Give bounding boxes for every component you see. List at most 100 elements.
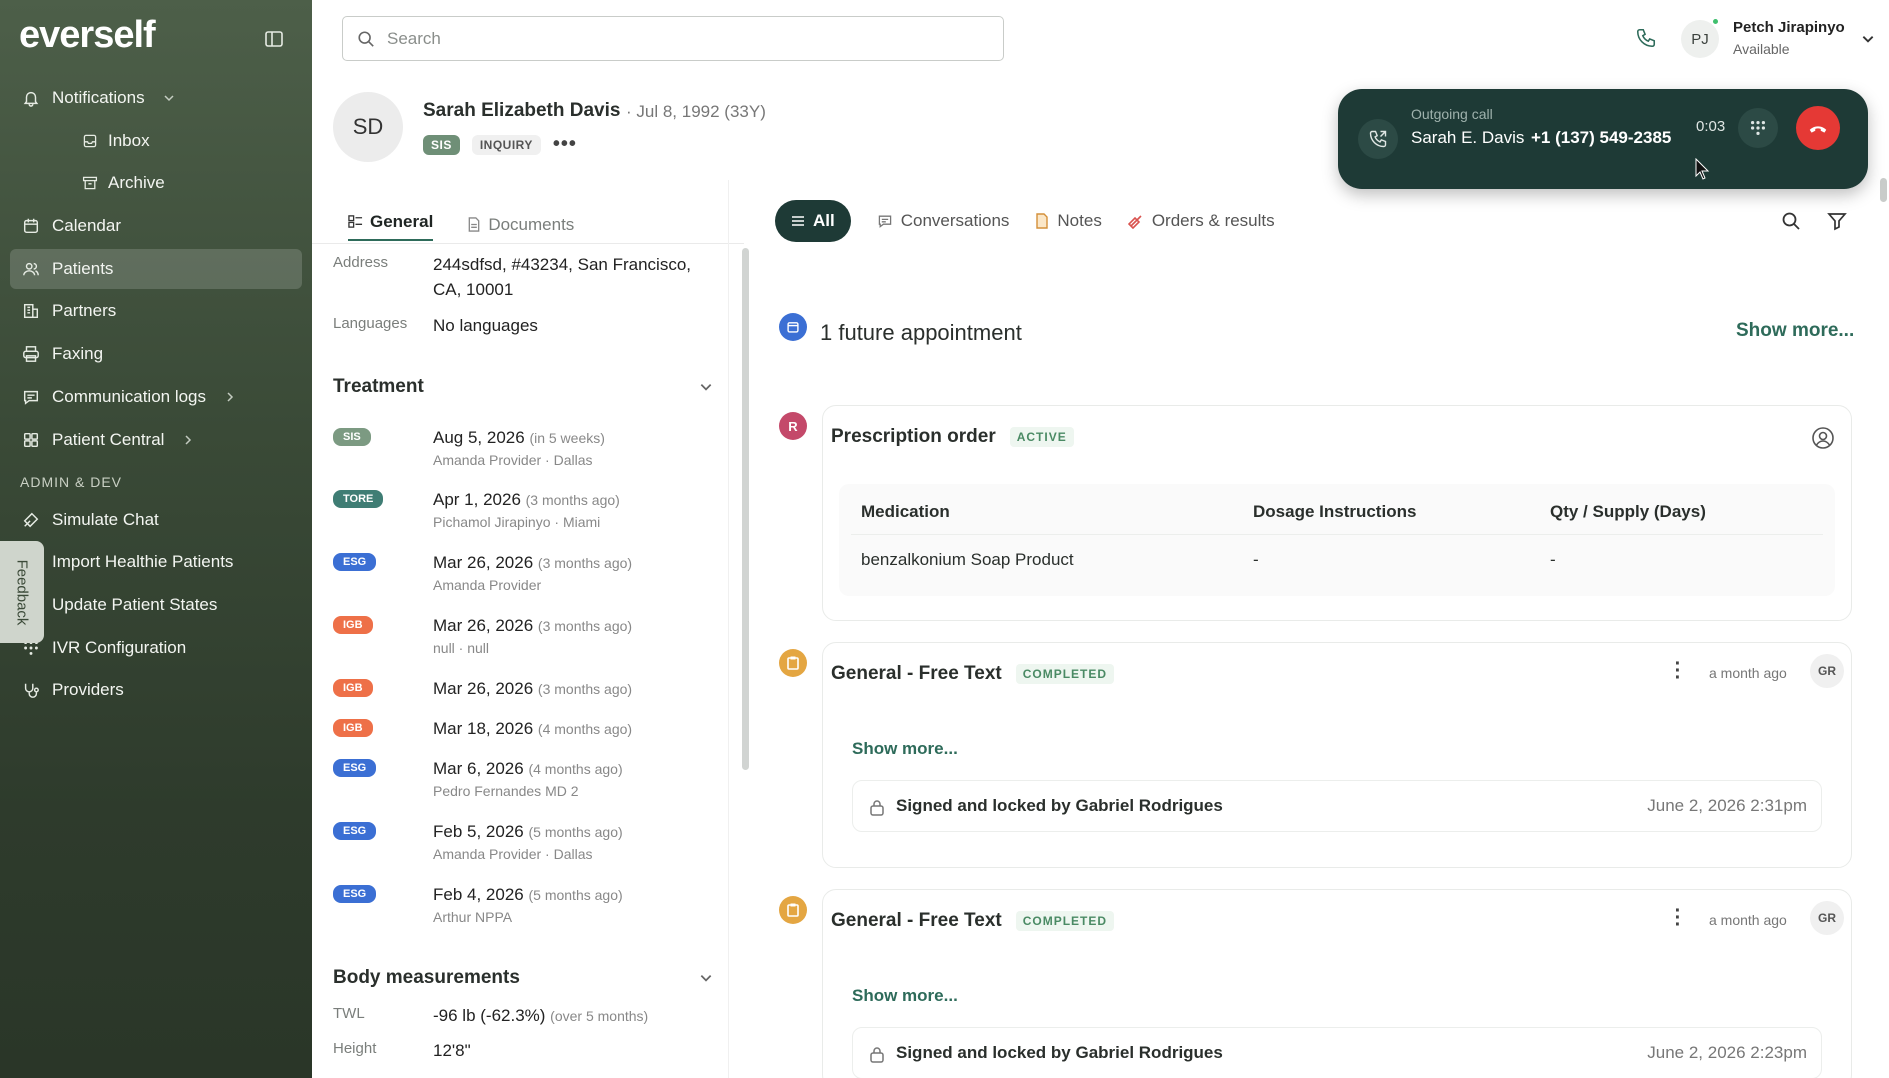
treatment-provider: Amanda Provider [433,577,542,593]
treatment-date: Feb 4, 2026 [433,885,524,904]
search-icon[interactable] [1781,211,1801,231]
call-label: Outgoing call [1411,106,1493,122]
treatment-relative: (4 months ago) [528,761,623,777]
dialpad-button[interactable] [1738,108,1778,148]
patient-more-button[interactable]: ••• [553,133,577,156]
height-value: 12'8" [433,1041,471,1060]
user-circle-icon[interactable] [1811,426,1835,450]
table-header: Qty / Supply (Days) [1550,502,1706,521]
sidebar-item-label: Partners [52,301,117,321]
card-title: General - Free Text [831,663,1002,684]
signed-date: June 2, 2026 2:31pm [1647,796,1807,815]
note-icon [1036,213,1049,229]
treatment-provider: null · null [433,640,490,656]
address-label: Address [333,254,389,271]
filter-icon[interactable] [1827,211,1847,231]
inbox-icon [83,134,97,147]
treatment-relative: (4 months ago) [537,721,633,737]
author-avatar: GR [1810,901,1844,935]
sidebar-item-providers[interactable]: Providers [10,670,302,710]
sidebar-item-notifications[interactable]: Notifications [10,78,302,118]
table-divider [851,534,1823,535]
sidebar-collapse-icon[interactable] [264,29,284,49]
treatment-relative: (in 5 weeks) [529,430,605,446]
left-scrollbar[interactable] [742,248,749,770]
sidebar-item-update-patient-states[interactable]: Update Patient States [10,585,302,625]
tab-general[interactable]: General [348,208,434,241]
brand-logo: everself [19,14,156,56]
chevron-down-icon[interactable] [699,971,713,985]
sidebar-item-communication-logs[interactable]: Communication logs [10,377,302,417]
phone-outgoing-icon [1358,119,1398,159]
right-scrollbar[interactable] [1880,178,1887,202]
sidebar-item-calendar[interactable]: Calendar [10,206,302,246]
filter-conversations[interactable]: Conversations [877,211,1010,231]
treatment-date: Mar 18, 2026 [433,719,534,738]
stethoscope-icon [24,683,39,699]
treatment-title: Treatment [333,376,424,397]
topbar: Search PJ Petch Jirapinyo Available [312,0,1889,76]
search-icon [358,30,374,47]
prescription-card: Prescription order ACTIVE Medication Dosa… [822,405,1852,621]
sidebar-item-inbox[interactable]: Inbox [10,121,302,161]
more-vertical-icon[interactable]: · · · [1673,654,1683,688]
app: everself Notifications Inbox Archive Cal… [0,0,1889,1078]
treatment-date: Mar 6, 2026 [433,759,524,778]
sidebar-item-archive[interactable]: Archive [10,163,302,203]
search-placeholder: Search [387,28,441,48]
call-timer: 0:03 [1696,118,1726,135]
show-more-link[interactable]: Show more... [1736,320,1854,342]
sidebar-item-patient-central[interactable]: Patient Central [10,420,302,460]
call-contact-name: Sarah E. Davis [1411,128,1525,147]
more-vertical-icon[interactable]: · · · [1673,901,1683,935]
show-more-link[interactable]: Show more... [852,739,958,759]
treatment-date: Aug 5, 2026 [433,428,525,447]
treatment-date: Feb 5, 2026 [433,822,524,841]
sidebar-item-simulate-chat[interactable]: Simulate Chat [10,500,302,540]
card-title: Prescription order [831,426,996,447]
phone-icon[interactable] [1635,27,1657,49]
table-cell: - [1253,550,1259,569]
sidebar: everself Notifications Inbox Archive Cal… [0,0,312,1078]
online-status-dot [1711,17,1720,26]
treatment-badge: ESG [333,822,377,840]
sidebar-item-ivr-configuration[interactable]: IVR Configuration [10,628,302,668]
medication-table: Medication Dosage Instructions Qty / Sup… [839,484,1835,596]
list-icon [792,216,804,226]
treatment-badge: IGB [333,616,373,634]
message-icon [23,390,39,405]
filter-all[interactable]: All [775,200,851,242]
treatment-badge: SIS [333,428,371,446]
sidebar-item-import-healthie[interactable]: Import Healthie Patients [10,542,302,582]
sidebar-item-partners[interactable]: Partners [10,291,302,331]
feedback-tab[interactable]: Feedback [0,541,44,643]
note-card: General - Free Text COMPLETED · · · a month… [822,889,1852,1078]
table-cell: benzalkonium Soap Product [861,550,1074,569]
admin-section-label: ADMIN & DEV [20,473,123,490]
chevron-down-icon[interactable] [1861,32,1875,46]
sidebar-item-label: Patients [52,258,114,278]
show-more-link[interactable]: Show more... [852,986,958,1006]
address-value: 244sdfsd, #43234, San Francisco, CA, 100… [433,255,691,299]
tab-documents[interactable]: Documents [467,208,574,241]
chevron-down-icon[interactable] [699,380,713,394]
sidebar-item-label: Import Healthie Patients [52,552,234,572]
sidebar-item-faxing[interactable]: Faxing [10,334,302,374]
twl-label: TWL [333,1005,365,1022]
lock-icon [870,799,884,816]
filter-notes[interactable]: Notes [1035,211,1102,231]
filter-label: Conversations [900,211,1010,230]
search-input[interactable]: Search [342,16,1004,61]
treatment-relative: (3 months ago) [537,681,633,697]
patient-tags: SIS INQUIRY ••• [423,133,577,156]
end-call-button[interactable] [1796,106,1840,150]
treatment-date: Mar 26, 2026 [433,679,534,698]
chevron-right-icon [227,392,234,402]
user-name[interactable]: Petch Jirapinyo [1733,19,1845,36]
list-icon [348,215,363,228]
sidebar-item-patients[interactable]: Patients [10,248,302,289]
treatment-provider: Arthur NPPA [433,909,513,925]
users-icon [23,262,39,276]
treatment-provider: Pedro Fernandes MD 2 [433,783,579,799]
filter-orders-results[interactable]: Orders & results [1127,211,1275,231]
